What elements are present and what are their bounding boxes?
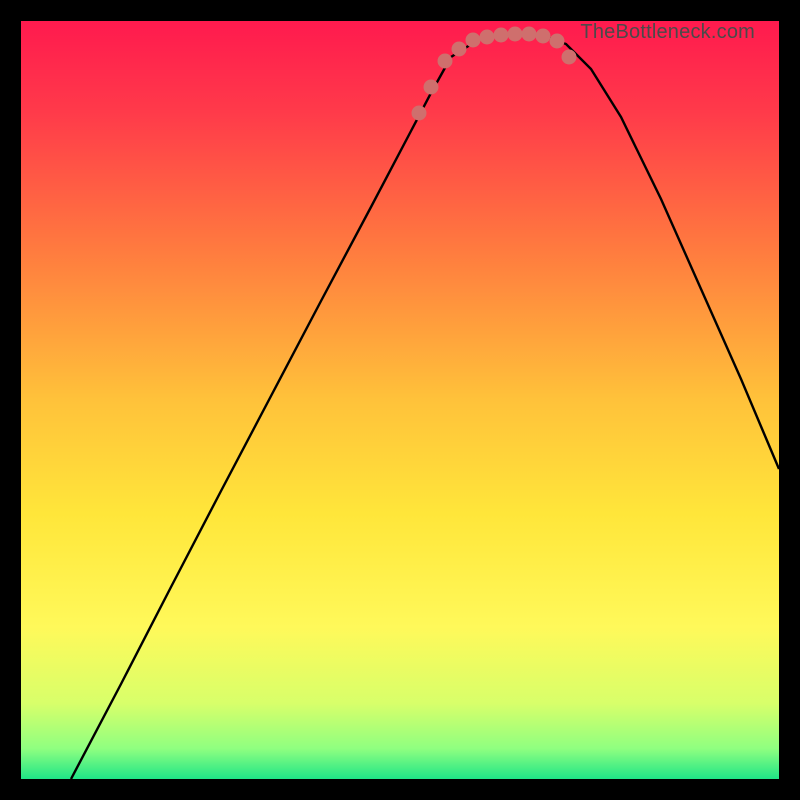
watermark-text: TheBottleneck.com <box>580 21 755 44</box>
highlight-dot <box>536 29 551 44</box>
chart-frame: TheBottleneck.com <box>21 21 779 779</box>
highlight-dot <box>522 27 537 42</box>
highlight-dots <box>412 27 577 121</box>
highlight-dot <box>494 28 509 43</box>
highlight-dot <box>562 50 577 65</box>
highlight-dot <box>466 33 481 48</box>
bottleneck-curve <box>71 34 779 779</box>
highlight-dot <box>508 27 523 42</box>
highlight-dot <box>412 106 427 121</box>
bottleneck-curve-svg <box>21 21 779 779</box>
highlight-dot <box>480 30 495 45</box>
highlight-dot <box>424 80 439 95</box>
highlight-dot <box>438 54 453 69</box>
highlight-dot <box>452 42 467 57</box>
highlight-dot <box>550 34 565 49</box>
